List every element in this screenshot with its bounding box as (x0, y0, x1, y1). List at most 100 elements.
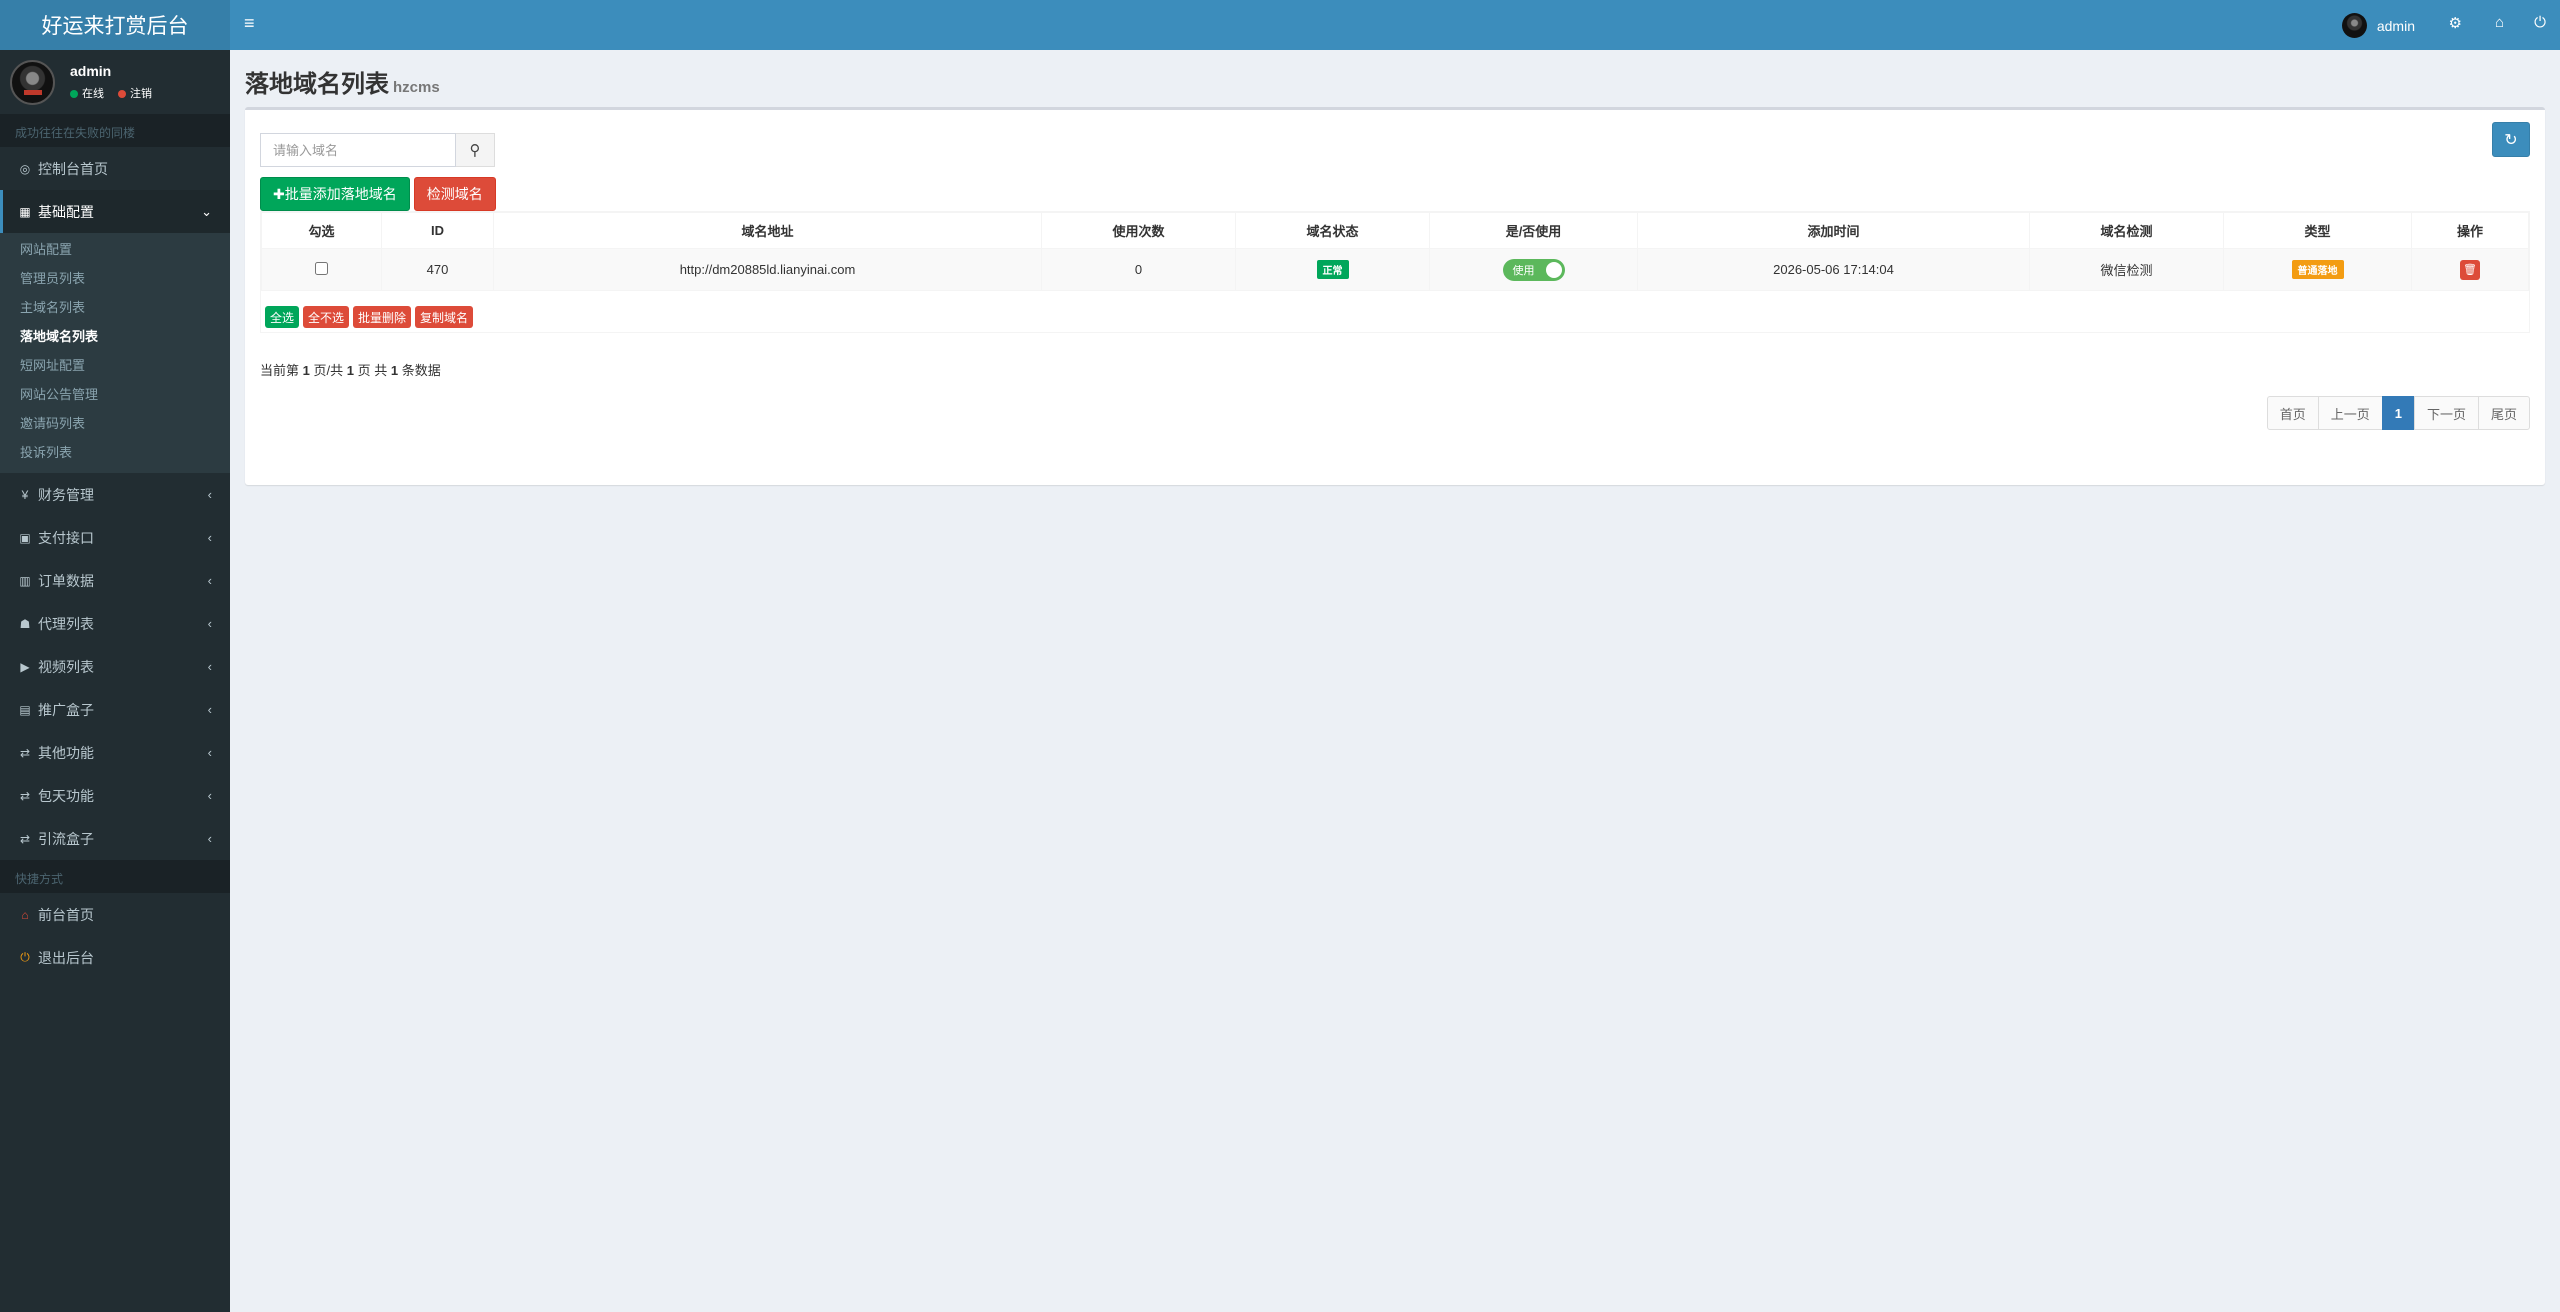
check-domain-button[interactable]: 检测域名 (413, 177, 496, 211)
sidebar-item-label: 视频列表 (38, 658, 94, 675)
sidebar-item-label: 引流盒子 (38, 830, 94, 847)
first-page-button[interactable]: 首页 (2266, 396, 2319, 430)
sidebar-subitem-admin-list[interactable]: 管理员列表 (0, 264, 230, 293)
power-icon[interactable]: ⏻ (2534, 14, 2546, 31)
sidebar-item-basic-config[interactable]: ▦ 基础配置 ⌄ (0, 190, 230, 233)
delete-button[interactable]: 🗑 (2460, 259, 2480, 280)
refresh-icon: ↻ (2504, 131, 2518, 149)
sidebar-item-label: 财务管理 (38, 486, 94, 503)
sidebar-item-label: 控制台首页 (38, 160, 108, 177)
batch-delete-button[interactable]: 批量删除 (353, 306, 412, 328)
chevron-left-icon: ‹ (207, 831, 212, 846)
sidebar-subitem-announcement[interactable]: 网站公告管理 (0, 380, 230, 409)
sidebar-item-finance[interactable]: ¥ 财务管理 ‹ (0, 473, 230, 516)
chevron-left-icon: ‹ (207, 745, 212, 760)
row-action-cell: 🗑 (2411, 248, 2529, 291)
use-toggle[interactable]: 使用 (1502, 258, 1565, 281)
col-header-use: 是/否使用 (1429, 212, 1638, 249)
col-header-status: 域名状态 (1235, 212, 1430, 249)
sidebar-subitem-main-domain[interactable]: 主域名列表 (0, 293, 230, 322)
page-info-mid2: 页 共 (357, 363, 388, 378)
search-input[interactable] (260, 133, 456, 167)
home-icon[interactable]: ⌂ (2495, 14, 2504, 31)
sidebar-subitem-landing-domain[interactable]: 落地域名列表 (0, 322, 230, 351)
col-header-check: 域名检测 (2029, 212, 2224, 249)
sidebar-item-orders[interactable]: ▥ 订单数据 ‹ (0, 559, 230, 602)
top-user-menu[interactable]: admin (2341, 13, 2415, 38)
col-header-url: 域名地址 (493, 212, 1042, 249)
user-panel: admin 在线 注销 (0, 50, 230, 114)
chevron-left-icon: ‹ (207, 573, 212, 588)
sidebar-item-promo-box[interactable]: ▤ 推广盒子 ‹ (0, 688, 230, 731)
page-info-total: 1 (390, 363, 399, 378)
search-button[interactable]: ⚲ (456, 133, 495, 167)
sidebar-item-other[interactable]: ⇄ 其他功能 ‹ (0, 731, 230, 774)
sidebar-item-logout[interactable]: ⏻ 退出后台 (0, 936, 230, 979)
chevron-left-icon: ‹ (207, 788, 212, 803)
batch-add-domain-button[interactable]: ✚批量添加落地域名 (260, 177, 410, 211)
sidebar-item-agents[interactable]: ☗ 代理列表 ‹ (0, 602, 230, 645)
retweet-icon: ⇄ (19, 788, 31, 803)
col-header-action: 操作 (2411, 212, 2529, 249)
logout-link[interactable]: 注销 (118, 85, 152, 101)
sidebar-item-label: 退出后台 (38, 949, 94, 966)
sidebar-item-label: 前台首页 (38, 906, 94, 923)
table-header-row: 勾选 ID 域名地址 使用次数 域名状态 是/否使用 添加时间 域名检测 类型 … (261, 212, 2529, 249)
app-logo[interactable]: 好运来打赏后台 (0, 0, 230, 50)
sidebar-subitem-short-url[interactable]: 短网址配置 (0, 351, 230, 380)
select-all-button[interactable]: 全选 (265, 306, 300, 328)
logout-dot-icon (118, 90, 126, 99)
sidebar-item-label: 订单数据 (38, 572, 94, 589)
sidebar-item-label: 其他功能 (38, 744, 94, 761)
page-info-total-pages: 1 (346, 363, 354, 378)
logout-label: 注销 (130, 88, 152, 100)
sidebar-toggle-icon[interactable]: ≡ (244, 13, 255, 34)
page-info-suffix: 条数据 (401, 363, 441, 378)
sidebar: 好运来打赏后台 admin 在线 注销 成功往往在失败的同楼 ◎ 控制台首页 ▦… (0, 0, 230, 1312)
select-none-button[interactable]: 全不选 (303, 306, 350, 328)
copy-domain-button[interactable]: 复制域名 (415, 306, 474, 328)
row-url: http://dm20885ld.lianyinai.com (493, 248, 1042, 291)
sidebar-item-daily[interactable]: ⇄ 包天功能 ‹ (0, 774, 230, 817)
dashboard-icon: ◎ (19, 161, 31, 176)
sidebar-item-traffic-box[interactable]: ⇄ 引流盒子 ‹ (0, 817, 230, 860)
page-info-current: 1 (302, 363, 310, 378)
chevron-left-icon: ‹ (207, 487, 212, 502)
page-number-button[interactable]: 1 (2381, 396, 2415, 430)
page-info-mid1: 页/共 (313, 363, 344, 378)
chevron-left-icon: ‹ (207, 616, 212, 631)
next-page-button[interactable]: 下一页 (2413, 396, 2479, 430)
refresh-button[interactable]: ↻ (2492, 122, 2530, 157)
chevron-left-icon: ‹ (207, 659, 212, 674)
sidebar-subitem-site-config[interactable]: 网站配置 (0, 235, 230, 264)
th-icon: ▦ (19, 204, 31, 219)
sidebar-item-label: 包天功能 (38, 787, 94, 804)
avatar (10, 59, 55, 105)
retweet-icon: ⇄ (19, 831, 31, 846)
sidebar-item-frontend-home[interactable]: ⌂ 前台首页 (0, 893, 230, 936)
sidebar-item-payment[interactable]: ▣ 支付接口 ‹ (0, 516, 230, 559)
status-badge: 正常 (1316, 260, 1349, 279)
prev-page-button[interactable]: 上一页 (2317, 396, 2383, 430)
pagination-info: 当前第 1 页/共 1 页 共 1 条数据 (260, 360, 441, 379)
domain-table: 勾选 ID 域名地址 使用次数 域名状态 是/否使用 添加时间 域名检测 类型 … (260, 211, 2530, 333)
users-icon: ☗ (19, 616, 31, 631)
sidebar-subitem-complaints[interactable]: 投诉列表 (0, 438, 230, 467)
domain-list-box: ↻ ⚲ ✚批量添加落地域名 检测域名 勾选 ID 域名地址 使用次数 域名状态 … (245, 107, 2545, 485)
chevron-left-icon: ‹ (207, 702, 212, 717)
online-dot-icon (70, 90, 78, 99)
trash-icon: 🗑 (2463, 264, 2477, 276)
settings-icon[interactable]: ⚙ (2449, 14, 2462, 32)
sidebar-item-dashboard[interactable]: ◎ 控制台首页 (0, 147, 230, 190)
row-checkbox-cell (261, 248, 382, 291)
row-id: 470 (381, 248, 494, 291)
home-icon: ⌂ (21, 907, 29, 922)
row-checkbox[interactable] (315, 261, 328, 275)
col-header-count: 使用次数 (1041, 212, 1236, 249)
col-header-select: 勾选 (261, 212, 382, 249)
last-page-button[interactable]: 尾页 (2477, 396, 2530, 430)
online-status: 在线 (70, 85, 104, 101)
sidebar-subitem-invite-code[interactable]: 邀请码列表 (0, 409, 230, 438)
sidebar-item-videos[interactable]: ▶ 视频列表 ‹ (0, 645, 230, 688)
search-icon: ⚲ (469, 142, 481, 159)
